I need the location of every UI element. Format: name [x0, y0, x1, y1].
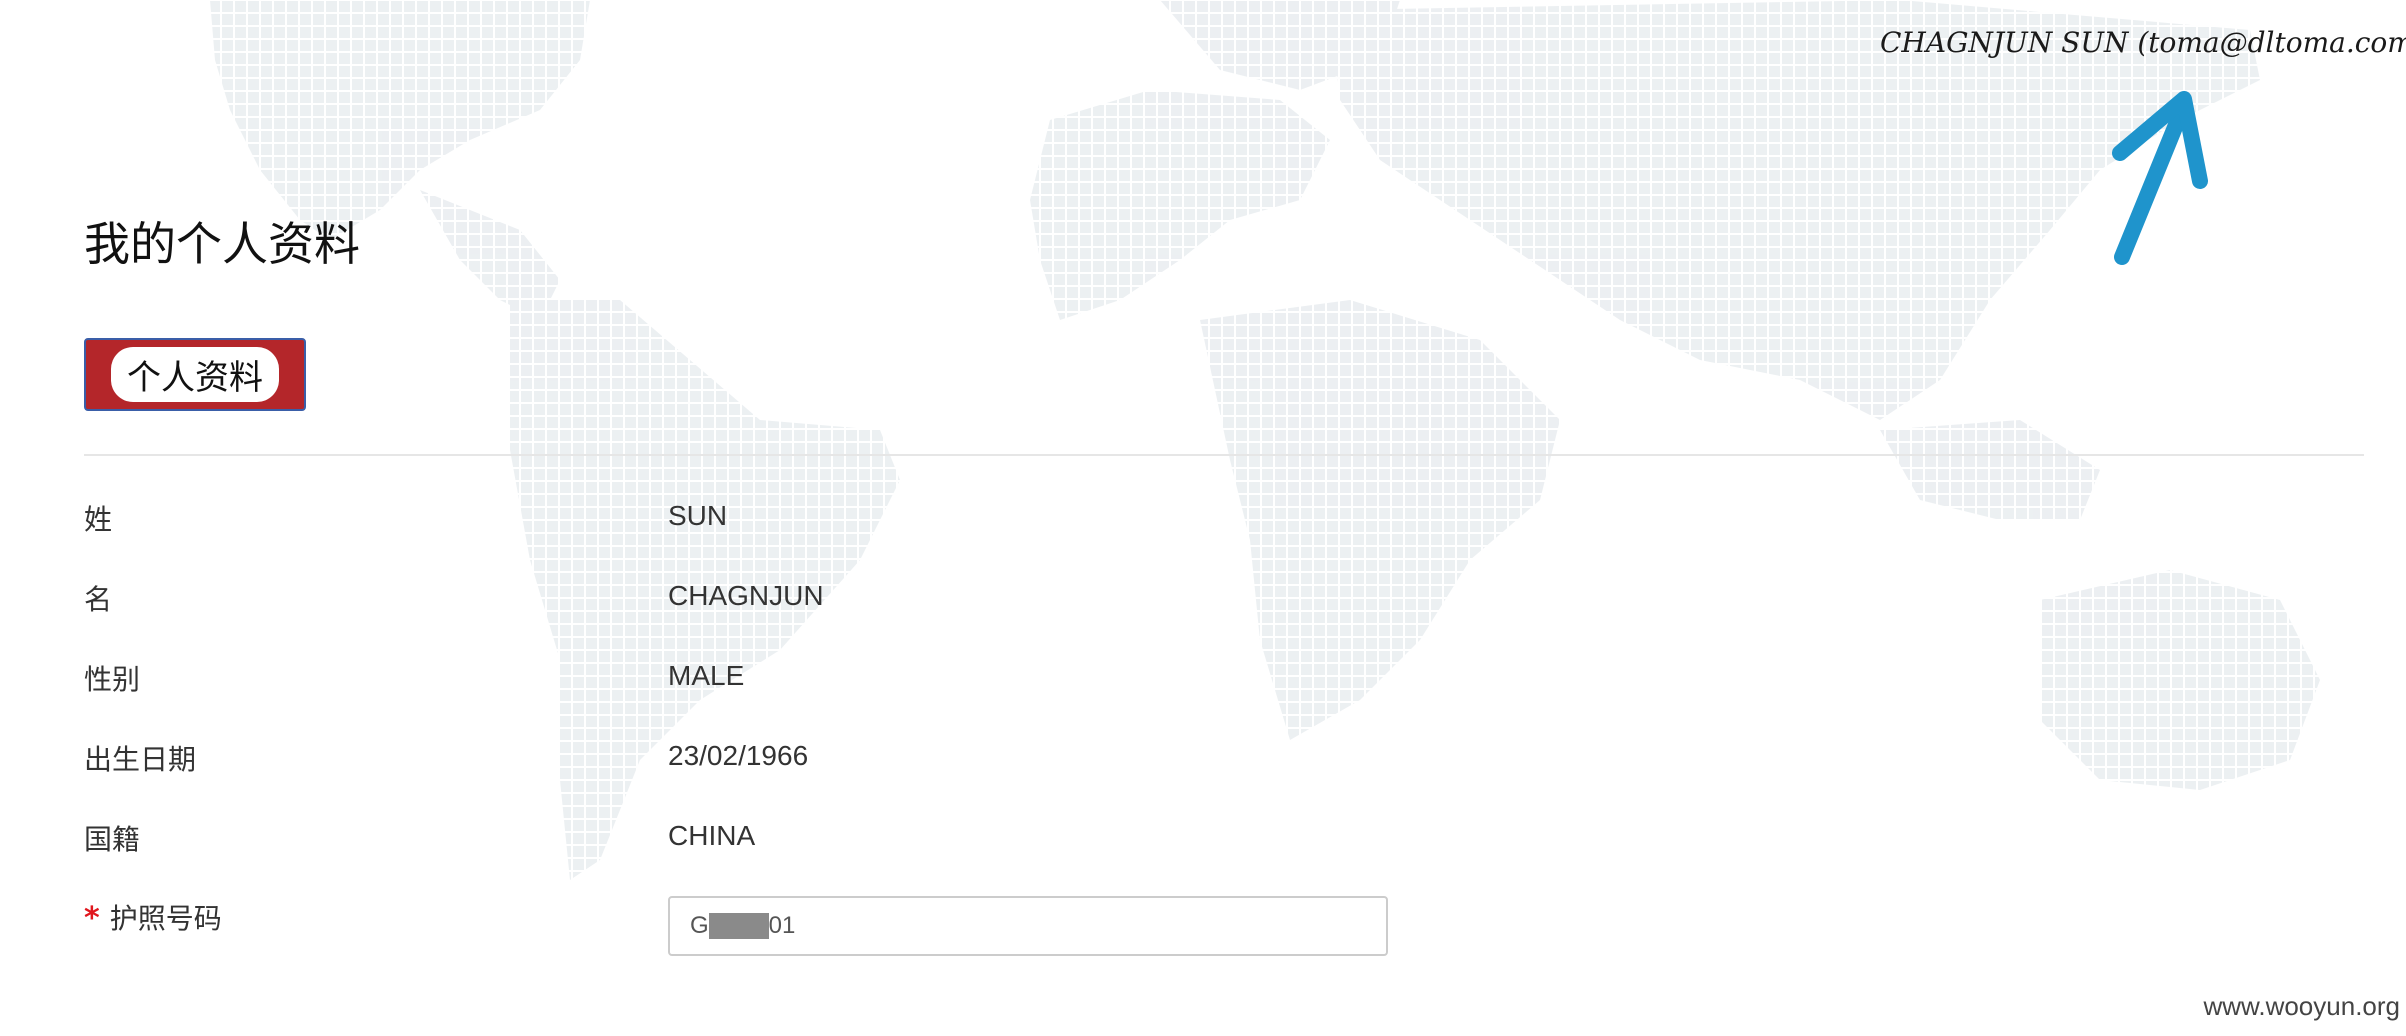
passport-value-prefix: G	[690, 912, 709, 939]
divider	[84, 454, 2364, 456]
redaction-block	[708, 913, 769, 939]
field-label-given-name: 名	[84, 583, 113, 616]
passport-label: 护照号码	[109, 902, 222, 935]
passport-value-suffix: 01	[768, 912, 796, 939]
field-label-surname: 姓	[84, 503, 113, 536]
tab-profile[interactable]: 个人资料	[84, 338, 306, 411]
passport-label-row: * 护照号码	[84, 897, 222, 937]
field-label-gender: 性别	[84, 663, 141, 696]
field-label-birth-date: 出生日期	[84, 743, 197, 776]
watermark: www.wooyun.org	[2203, 991, 2400, 1021]
field-value-surname: SUN	[668, 500, 728, 531]
field-value-nationality: CHINA	[668, 820, 756, 851]
field-value-birth-date: 23/02/1966	[668, 740, 809, 771]
field-label-nationality: 国籍	[84, 823, 141, 856]
arrow-up-right-icon	[2112, 91, 2208, 265]
required-marker: *	[84, 901, 100, 936]
field-value-given-name: CHAGNJUN	[668, 580, 824, 611]
world-map-background	[210, 0, 2320, 880]
page-title: 我的个人资料	[84, 217, 360, 271]
field-value-gender: MALE	[668, 660, 745, 691]
tab-profile-label: 个人资料	[111, 347, 279, 402]
user-info[interactable]: CHAGNJUN SUN (toma@dltoma.com)	[1880, 26, 2406, 59]
passport-number-input[interactable]: G 01	[668, 896, 1388, 956]
